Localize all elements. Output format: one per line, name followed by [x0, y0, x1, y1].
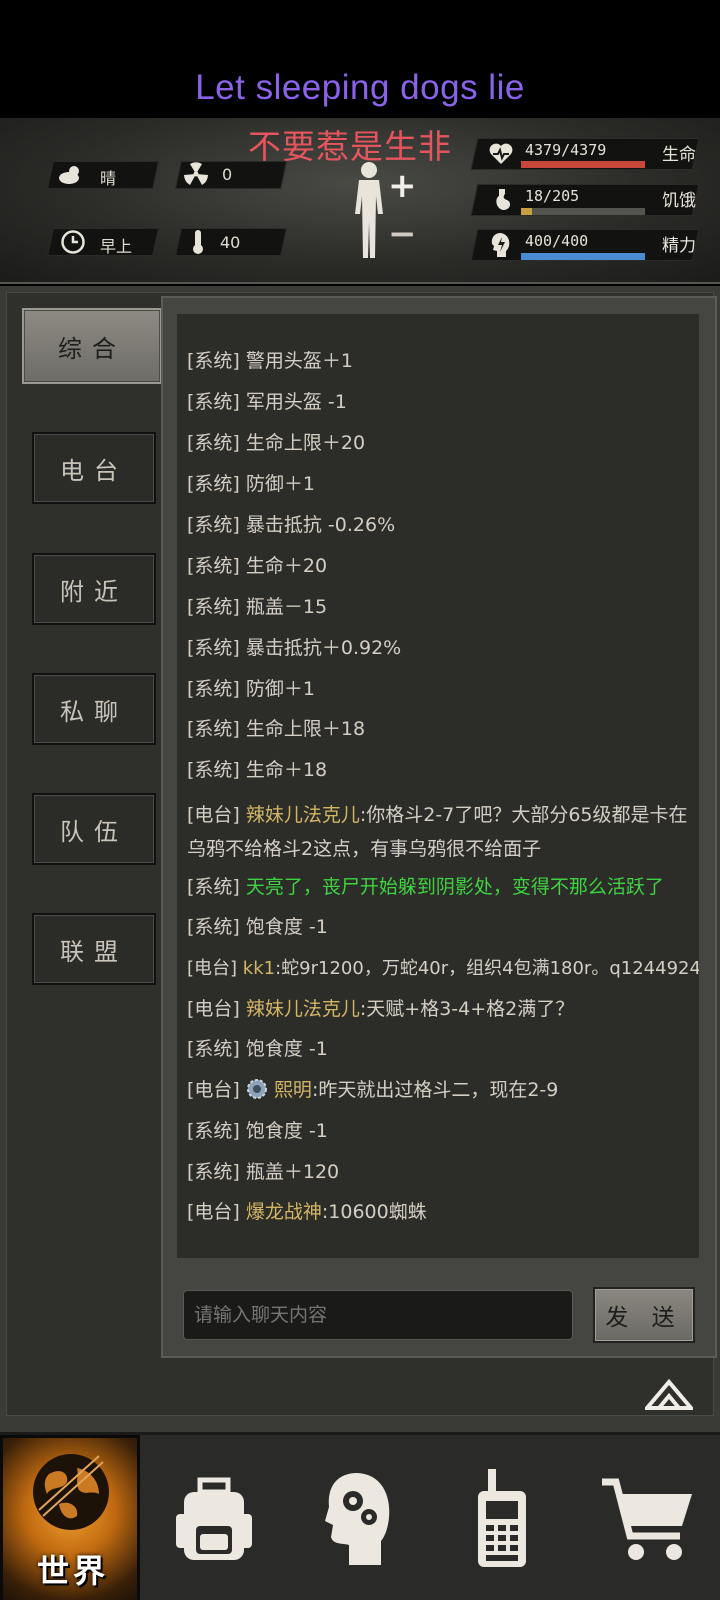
chat-message: [系统] 暴击抵抗 -0.26% — [187, 514, 396, 536]
health-label: 生命 — [662, 145, 696, 165]
chat-message: [系统] 瓶盖－15 — [187, 596, 328, 618]
energy-head-icon — [488, 232, 514, 258]
send-button[interactable]: 发 送 — [593, 1287, 695, 1343]
nav-radio[interactable] — [430, 1435, 574, 1600]
health-bar-fill — [521, 161, 645, 168]
banner-english-text: Let sleeping dogs lie — [195, 68, 525, 107]
chat-message: [电台] 辣妹儿法克儿:天赋+格3-4+格2满了？ — [187, 998, 575, 1020]
partial-message: ▔▔▔▔▔▔▔▔ — [187, 314, 304, 332]
chat-message: [系统] 防御＋1 — [187, 678, 315, 700]
tab-general[interactable]: 综合 — [22, 308, 162, 384]
hunger-label: 饥饿 — [662, 191, 696, 211]
radiation-value: 0 — [222, 165, 233, 184]
globe-icon — [33, 1454, 109, 1530]
sender-name[interactable]: kk1 — [243, 958, 275, 979]
health-value: 4379/4379 — [525, 141, 607, 159]
chat-message: [电台] 辣妹儿法克儿:你格斗2-7了吧？大部分65级都是卡在乌鸦不给格斗2这点… — [187, 804, 688, 860]
shopping-cart-icon — [602, 1478, 692, 1560]
minus-icon[interactable]: − — [388, 214, 417, 254]
chat-message: [电台] 爆龙战神:10600蜘蛛 — [187, 1201, 427, 1223]
sender-name[interactable]: 爆龙战神 — [246, 1201, 322, 1223]
chat-message: [系统] 生命上限＋20 — [187, 432, 366, 454]
thermometer-icon — [185, 229, 211, 255]
energy-label: 精力 — [662, 236, 696, 256]
chat-message: [电台] 熙明:昨天就出过格斗二，现在2-9 — [187, 1078, 559, 1101]
chat-message: [系统] 生命＋20 — [187, 555, 328, 577]
gear-badge-icon — [246, 1078, 268, 1100]
weather-label: 晴 — [100, 169, 117, 188]
energy-bar — [521, 253, 645, 260]
temperature-value: 40 — [220, 233, 241, 252]
radiation-icon — [183, 161, 209, 187]
chat-message: [系统] 天亮了，丧尸开始躲到阴影处，变得不那么活跃了 — [187, 876, 664, 898]
banner: Let sleeping dogs lie — [0, 0, 720, 118]
tab-team[interactable]: 队伍 — [32, 793, 156, 865]
tab-radio[interactable]: 电台 — [32, 432, 156, 504]
sender-name[interactable]: 辣妹儿法克儿 — [246, 998, 360, 1020]
backpack-icon — [176, 1477, 252, 1560]
banner-chinese-text: 不要惹是生非 — [248, 127, 452, 166]
walkie-talkie-icon — [478, 1469, 526, 1567]
cloudy-sun-icon — [58, 161, 84, 187]
health-bar — [521, 161, 645, 168]
chat-input[interactable] — [183, 1290, 573, 1340]
head-gears-icon — [325, 1473, 390, 1565]
collapse-up-icon[interactable] — [645, 1376, 693, 1412]
tab-alliance[interactable]: 联盟 — [32, 913, 156, 985]
chat-message: [系统] 暴击抵抗＋0.92% — [187, 637, 402, 659]
chat-message: [系统] 防御＋1 — [187, 473, 315, 495]
chat-message: [系统] 饱食度 -1 — [187, 916, 328, 938]
heart-pulse-icon — [488, 141, 514, 167]
chat-message: [系统] 生命＋18 — [187, 759, 328, 781]
time-of-day-label: 早上 — [100, 237, 133, 256]
energy-bar-fill — [521, 253, 645, 260]
chat-message: [系统] 饱食度 -1 — [187, 1038, 328, 1060]
chat-message: [系统] 警用头盔＋1 — [187, 350, 353, 372]
nav-inventory[interactable] — [142, 1435, 286, 1600]
plus-icon[interactable]: + — [388, 166, 417, 206]
chat-message: [电台] kk1:蛇9r1200，万蛇40r，组织4包满180r。q124492… — [187, 958, 699, 979]
hunger-value: 18/205 — [525, 187, 580, 205]
sender-name[interactable]: 辣妹儿法克儿 — [246, 804, 360, 826]
tab-private[interactable]: 私聊 — [32, 673, 156, 745]
hunger-bar-fill — [521, 208, 532, 215]
chat-panel: ▔▔▔▔▔▔▔▔ [系统] 警用头盔＋1 [系统] 军用头盔 -1 [系统] 生… — [161, 296, 717, 1358]
body-figure-icon[interactable] — [345, 160, 393, 260]
nav-skills[interactable] — [286, 1435, 430, 1600]
chat-message: [系统] 瓶盖＋120 — [187, 1161, 340, 1183]
nav-world[interactable]: 世界 — [0, 1435, 140, 1600]
nav-world-label: 世界 — [36, 1552, 109, 1590]
energy-value: 400/400 — [525, 232, 589, 250]
stomach-icon — [490, 187, 516, 213]
chat-message-list[interactable]: ▔▔▔▔▔▔▔▔ [系统] 警用头盔＋1 [系统] 军用头盔 -1 [系统] 生… — [177, 314, 699, 1258]
tab-nearby[interactable]: 附近 — [32, 553, 156, 625]
chat-message: [系统] 军用头盔 -1 — [187, 391, 347, 413]
chat-message: [系统] 饱食度 -1 — [187, 1120, 328, 1142]
nav-shop[interactable] — [576, 1435, 720, 1600]
chat-message: [系统] 生命上限＋18 — [187, 718, 366, 740]
clock-icon — [60, 229, 86, 255]
bottom-nav: 世界 — [0, 1432, 720, 1600]
sender-name[interactable]: 熙明 — [274, 1079, 312, 1101]
hunger-bar — [521, 208, 645, 215]
